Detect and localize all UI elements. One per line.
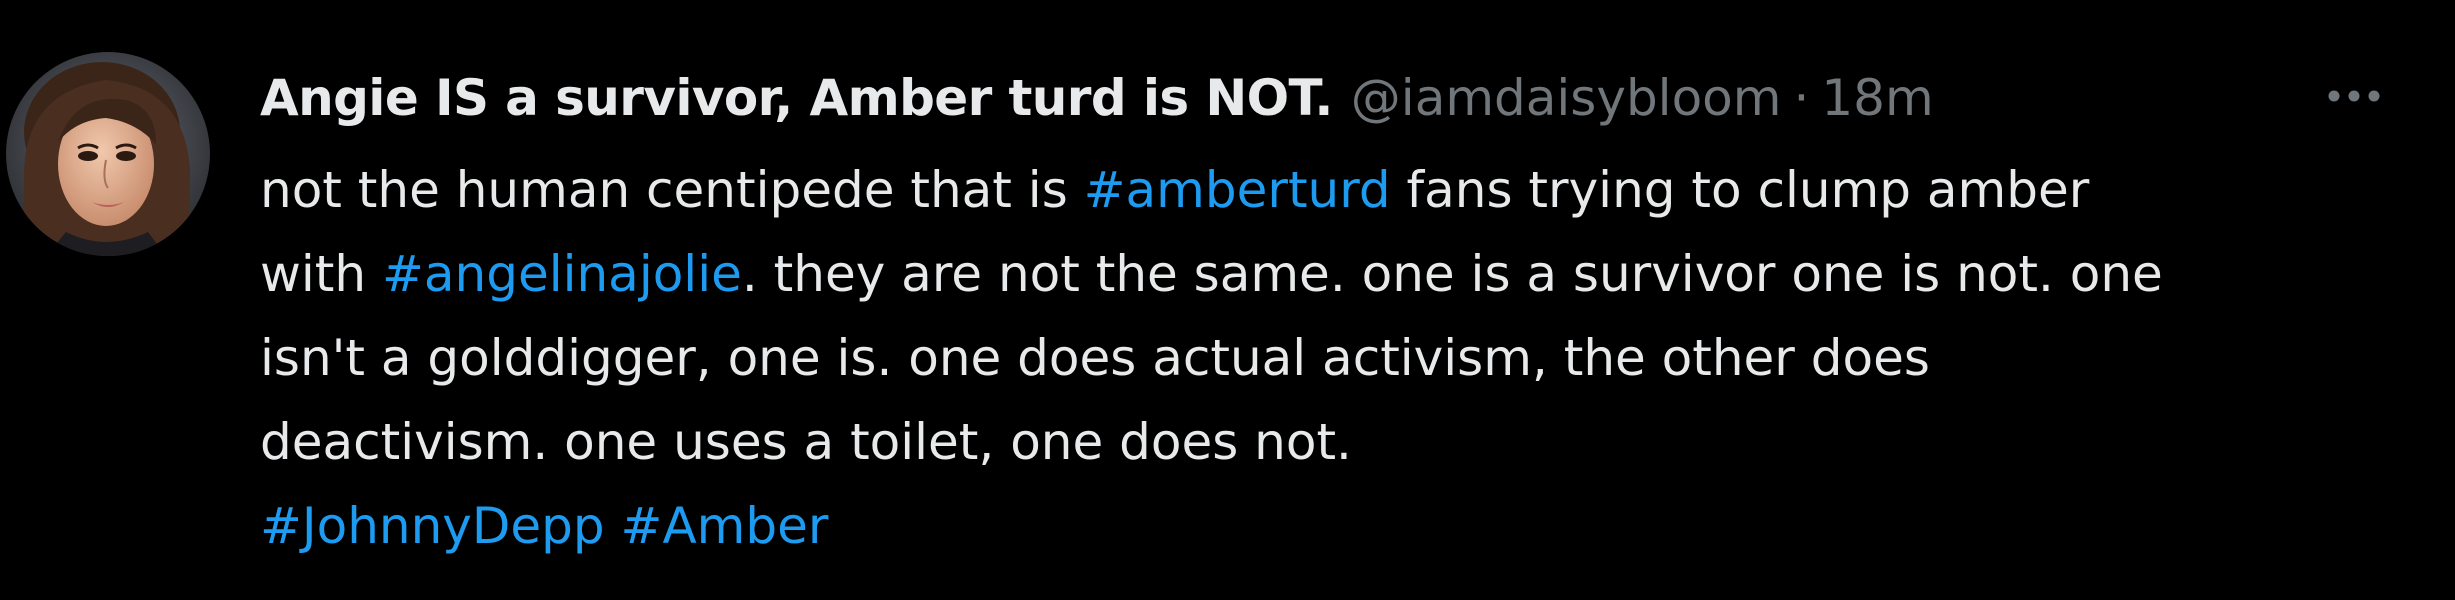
timestamp[interactable]: 18m	[1821, 69, 1933, 127]
tweet-text-segment: . they are not the same. one is a surviv…	[741, 245, 2163, 303]
hashtag-link[interactable]: #amberturd	[1084, 161, 1391, 219]
tweet-text-segment: not the human centipede that is	[260, 161, 1084, 219]
tweet-header: Angie IS a survivor, Amber turd is NOT. @…	[260, 62, 1934, 134]
tweet-text-segment	[605, 497, 621, 555]
more-options-button[interactable]	[2318, 70, 2390, 122]
tweet-text: not the human centipede that is #ambertu…	[260, 148, 2420, 568]
tweet-text-line: with #angelinajolie. they are not the sa…	[260, 232, 2420, 316]
tweet-text-line: isn't a golddigger, one is. one does act…	[260, 316, 2420, 400]
tweet-text-segment: with	[260, 245, 382, 303]
tweet-text-line: #JohnnyDepp #Amber	[260, 484, 2420, 568]
tweet: Angie IS a survivor, Amber turd is NOT. @…	[0, 0, 2455, 600]
separator-dot: ·	[1793, 69, 1810, 127]
more-horizontal-icon	[2328, 90, 2380, 102]
user-handle[interactable]: @iamdaisybloom	[1351, 69, 1782, 127]
tweet-text-line: not the human centipede that is #ambertu…	[260, 148, 2420, 232]
profile-photo-icon	[6, 52, 210, 256]
avatar[interactable]	[6, 52, 210, 256]
hashtag-link[interactable]: #angelinajolie	[382, 245, 742, 303]
hashtag-link[interactable]: #Amber	[621, 497, 829, 555]
hashtag-link[interactable]: #JohnnyDepp	[260, 497, 605, 555]
tweet-text-line: deactivism. one uses a toilet, one does …	[260, 400, 2420, 484]
tweet-text-segment: isn't a golddigger, one is. one does act…	[260, 329, 1930, 387]
tweet-text-segment: fans trying to clump amber	[1390, 161, 2090, 219]
display-name[interactable]: Angie IS a survivor, Amber turd is NOT.	[260, 69, 1333, 127]
tweet-text-segment: deactivism. one uses a toilet, one does …	[260, 413, 1352, 471]
